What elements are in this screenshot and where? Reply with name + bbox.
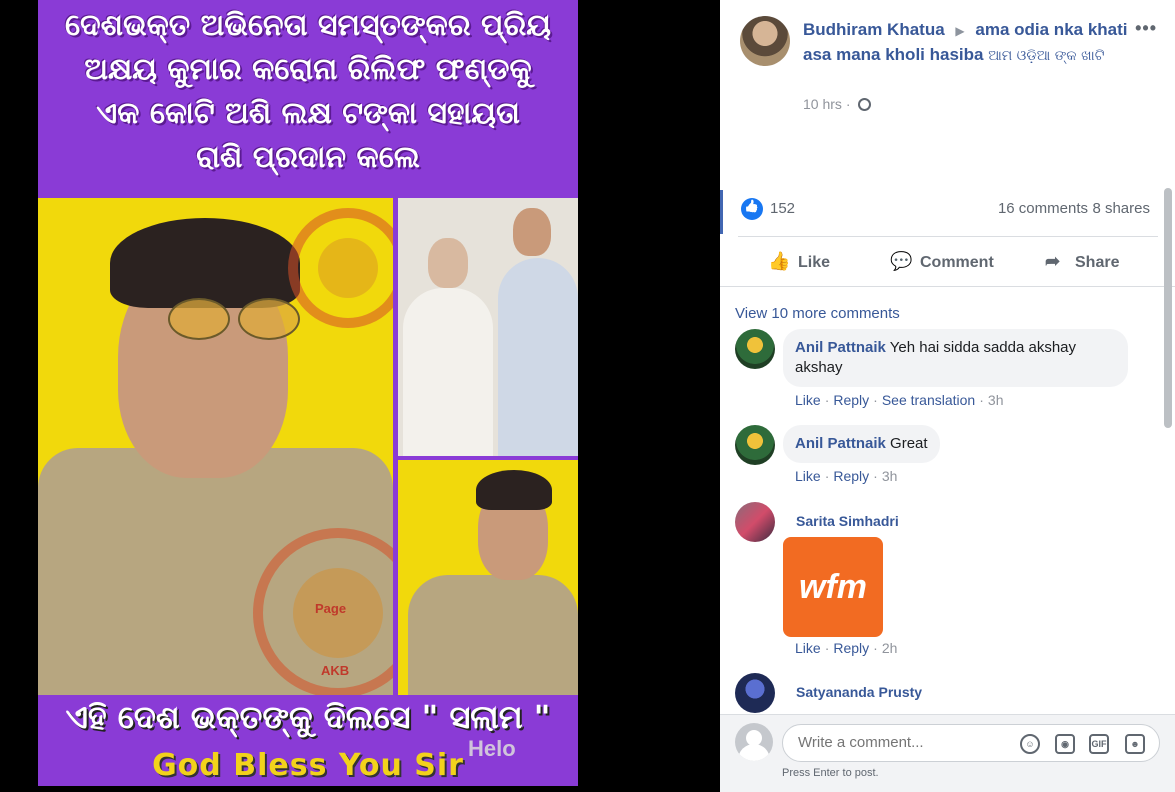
share-count-link[interactable]: 8 shares: [1092, 200, 1150, 217]
separator-dot: ·: [845, 96, 855, 112]
face-shape: [513, 208, 551, 256]
reaction-stats-bar: 152 16 comments 8 shares: [720, 190, 1175, 234]
group-name-odia[interactable]: ଆମ ଓଡ଼ିଆ ଙ୍କ ଖାଟି: [988, 48, 1104, 64]
post-image-area: ଦେଶଭକ୍ତ ଅଭିନେତା ସମସ୍ତଙ୍କର ପ୍ରିୟ ଅକ୍ଷୟ କୁ…: [0, 0, 720, 792]
comment-input[interactable]: [798, 734, 1018, 751]
uniform-shape: [408, 575, 578, 695]
white-kurta-shape: [403, 288, 493, 456]
stamp-page-text: Page: [315, 601, 347, 616]
commenter-name-link[interactable]: Satyananda Prusty: [796, 684, 922, 700]
press-enter-hint: Press Enter to post.: [782, 767, 879, 779]
hair-shape: [110, 218, 300, 308]
comment-actions: Like · Reply · 2h: [795, 640, 898, 656]
stamp-inner: [318, 238, 378, 298]
sunglass-left-shape: [168, 298, 230, 340]
wfm-sticker[interactable]: wfm: [783, 537, 883, 637]
comment-actions: Like · Reply · See translation · 3h: [795, 392, 1004, 408]
commenter-avatar[interactable]: [735, 425, 775, 465]
current-user-avatar: [735, 723, 773, 761]
sticker-icon[interactable]: ☻: [1125, 734, 1145, 754]
like-button[interactable]: 👍 Like: [768, 251, 830, 272]
helo-watermark: Helo: [468, 736, 516, 761]
comment-count-link[interactable]: 16 comments: [998, 200, 1088, 217]
post-header: Budhiram Khatua ▶ ama odia nka khati asa…: [720, 0, 1175, 190]
comments-scrollbar[interactable]: [1164, 188, 1172, 428]
stamp-logo-top: [288, 208, 393, 328]
shirt-shape: [498, 258, 578, 456]
comment-reply-link[interactable]: Reply: [833, 640, 869, 656]
post-action-bar: 👍 Like 💬 Comment ➦ Share: [738, 236, 1158, 286]
speech-bubble-icon: 💬: [890, 251, 913, 271]
emoji-icon[interactable]: ☺: [1020, 734, 1040, 754]
comment-bubble: Anil Pattnaik Great: [783, 425, 940, 463]
play-arrow-icon: ▶: [955, 24, 965, 38]
image-headline: ଦେଶଭକ୍ତ ଅଭିନେତା ସମସ୍ତଙ୍କର ପ୍ରିୟ ଅକ୍ଷୟ କୁ…: [38, 4, 578, 180]
image-caption: ଏହି ଦେଶ ଭକ୍ତଙ୍କୁ ଦିଲସେ " ସଲାମ ": [65, 698, 551, 736]
globe-icon[interactable]: [858, 98, 872, 111]
actor-portrait-panel: Page AKB: [38, 198, 393, 695]
handshake-photo-panel: [398, 198, 578, 456]
author-name-link[interactable]: Budhiram Khatua: [803, 20, 945, 39]
headline-line-4: ରାଶି ପ୍ରଦାନ କଲେ: [196, 140, 420, 175]
post-side-panel: Budhiram Khatua ▶ ama odia nka khati asa…: [720, 0, 1175, 792]
post-meta: 10 hrs ·: [803, 96, 872, 112]
see-translation-link[interactable]: See translation: [882, 392, 975, 408]
commenter-name-link[interactable]: Anil Pattnaik: [795, 339, 886, 356]
author-avatar[interactable]: [740, 16, 790, 66]
comment-reply-link[interactable]: Reply: [833, 392, 869, 408]
stamp-akb-text: AKB: [321, 663, 350, 678]
actor-small-portrait-panel: [398, 460, 578, 695]
share-arrow-icon: ➦: [1045, 251, 1061, 271]
comments-section: View 10 more comments Anil Pattnaik Yeh …: [720, 286, 1175, 714]
share-button[interactable]: ➦ Share: [1045, 251, 1119, 272]
commenter-name-link[interactable]: Anil Pattnaik: [795, 435, 886, 452]
commenter-avatar[interactable]: [735, 673, 775, 713]
share-button-label: Share: [1075, 254, 1120, 271]
comment-box[interactable]: ☺ ◉ GIF ☻: [782, 724, 1160, 762]
commenter-avatar[interactable]: [735, 502, 775, 542]
hair-shape: [476, 470, 552, 510]
post-image[interactable]: ଦେଶଭକ୍ତ ଅଭିନେତା ସମସ୍ତଙ୍କର ପ୍ରିୟ ଅକ୍ଷୟ କୁ…: [38, 0, 578, 786]
commenter-name-link[interactable]: Sarita Simhadri: [796, 513, 899, 529]
comment-button[interactable]: 💬 Comment: [890, 251, 994, 272]
camera-icon[interactable]: ◉: [1055, 734, 1075, 754]
headline-line-1: ଦେଶଭକ୍ତ ଅଭିନେତା ସମସ୍ତଙ୍କର ପ୍ରିୟ: [65, 8, 551, 43]
comment-like-link[interactable]: Like: [795, 392, 821, 408]
comment-time[interactable]: 3h: [988, 392, 1004, 408]
comment-button-label: Comment: [920, 254, 994, 271]
comment-text: Great: [890, 435, 928, 452]
author-line: Budhiram Khatua ▶ ama odia nka khati asa…: [803, 18, 1133, 68]
commenter-avatar[interactable]: [735, 329, 775, 369]
like-button-label: Like: [798, 254, 831, 271]
comment-actions: Like · Reply · 3h: [795, 468, 898, 484]
thumbs-up-icon: 👍: [768, 251, 791, 271]
gif-icon[interactable]: GIF: [1089, 734, 1109, 754]
face-shape: [428, 238, 468, 288]
sunglass-right-shape: [238, 298, 300, 340]
reaction-count[interactable]: 152: [770, 200, 795, 217]
comment-like-link[interactable]: Like: [795, 640, 821, 656]
comment-bubble: Anil Pattnaik Yeh hai sidda sadda akshay…: [783, 329, 1128, 387]
comment-time[interactable]: 3h: [882, 468, 898, 484]
more-options-icon[interactable]: •••: [1135, 18, 1157, 39]
headline-line-3: ଏକ କୋଟି ଅଶି ଲକ୍ଷ ଟଙ୍କା ସହାୟତା: [96, 96, 520, 131]
comment-time[interactable]: 2h: [882, 640, 898, 656]
headline-line-2: ଅକ୍ଷୟ କୁମାର କରୋନା ରିଲିଫ ଫଣ୍ଡକୁ: [84, 52, 532, 87]
comment-composer: ☺ ◉ GIF ☻ Press Enter to post.: [720, 714, 1175, 792]
post-timestamp-link[interactable]: 10 hrs: [803, 96, 842, 112]
like-reaction-icon[interactable]: [741, 198, 763, 220]
view-more-comments-link[interactable]: View 10 more comments: [735, 305, 900, 322]
comment-like-link[interactable]: Like: [795, 468, 821, 484]
comment-reply-link[interactable]: Reply: [833, 468, 869, 484]
